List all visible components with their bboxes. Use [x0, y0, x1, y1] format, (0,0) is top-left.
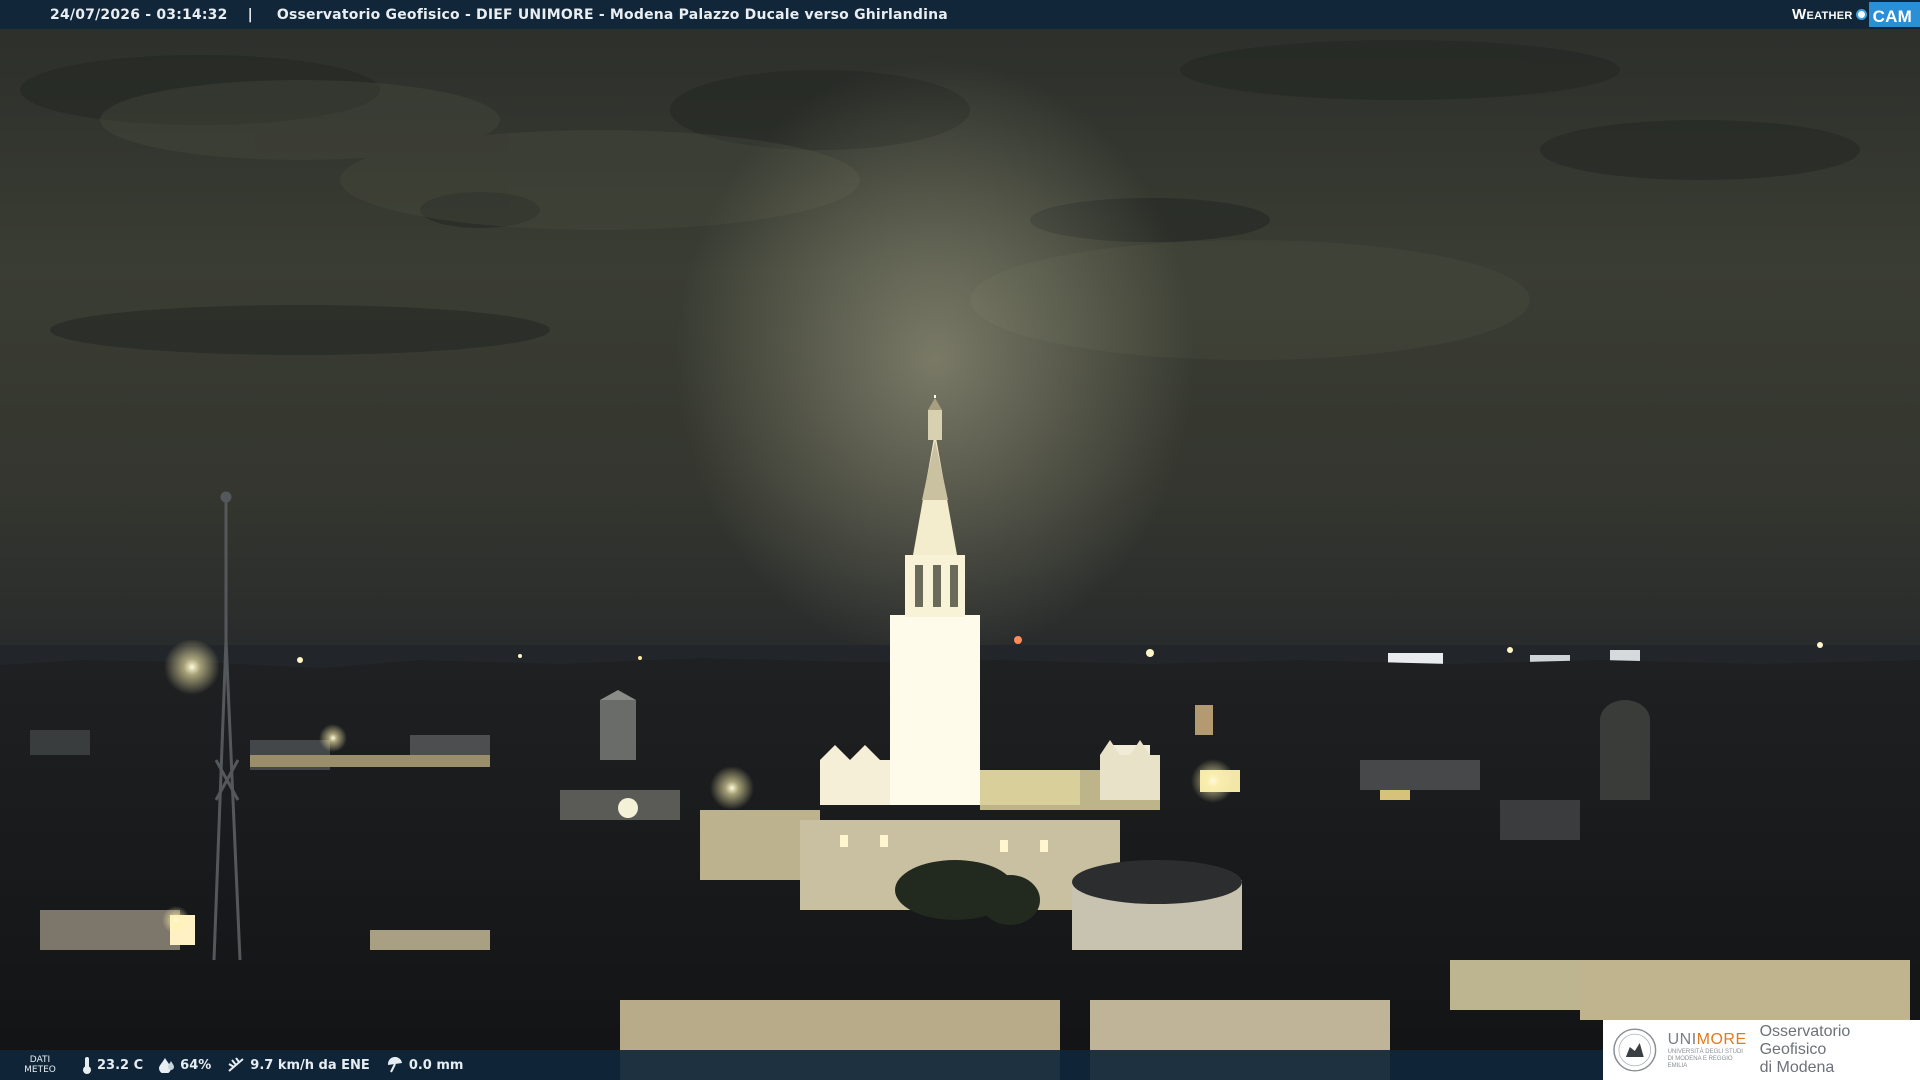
datetime: 24/07/2026 - 03:14:32	[50, 6, 228, 23]
university-name-uni: UNI	[1667, 1030, 1697, 1048]
rain-reading: 0.0 mm	[386, 1057, 464, 1073]
temperature-reading: 23.2 C	[82, 1056, 143, 1074]
brand-cam: CAM	[1868, 2, 1920, 27]
university-name-block: UNIMORE UNIVERSITÀ DEGLI STUDI DI MODENA…	[1668, 1031, 1748, 1070]
meteo-label-line2: METEO	[24, 1065, 56, 1075]
unimore-logo-panel: UNIMORE UNIVERSITÀ DEGLI STUDI DI MODENA…	[1603, 1020, 1920, 1080]
humidity-reading: 64%	[159, 1057, 211, 1073]
rain-umbrella-icon	[387, 1057, 402, 1073]
unimore-seal-icon	[1613, 1028, 1657, 1072]
university-name: UNIMORE	[1668, 1031, 1748, 1049]
wind-value: 9.7 km/h da ENE	[250, 1057, 370, 1073]
brand-dot-icon	[1855, 9, 1867, 20]
observatory-name: Osservatorio Geofisico di Modena	[1760, 1023, 1920, 1077]
meteo-label-line1: DATI	[29, 1055, 51, 1065]
webcam-frame: 24/07/2026 - 03:14:32 | Osservatorio Geo…	[0, 0, 1920, 1080]
separator: |	[247, 6, 253, 23]
wind-reading: 9.7 km/h da ENE	[227, 1057, 370, 1073]
meteo-bar: DATI METEO 23.2 C 64% 9.7 km/h da ENE 0.…	[0, 1050, 1603, 1080]
location-title: Osservatorio Geofisico - DIEF UNIMORE - …	[276, 6, 948, 23]
thermometer-icon	[83, 1057, 91, 1074]
top-info-bar: 24/07/2026 - 03:14:32 | Osservatorio Geo…	[0, 0, 1920, 29]
wind-icon	[228, 1057, 244, 1072]
temperature-value: 23.2 C	[97, 1057, 144, 1073]
university-name-more: MORE	[1696, 1030, 1747, 1048]
night-city-view	[0, 0, 1920, 1080]
university-subtitle: UNIVERSITÀ DEGLI STUDI DI MODENA E REGGI…	[1667, 1048, 1743, 1069]
rain-value: 0.0 mm	[408, 1057, 464, 1073]
brand-weather: Weather	[1792, 6, 1853, 23]
humidity-drop-icon	[159, 1058, 175, 1073]
weathercam-logo: Weather CAM	[1792, 0, 1920, 29]
observatory-line1: Osservatorio Geofisico	[1759, 1023, 1851, 1058]
observatory-line2: di Modena	[1759, 1059, 1835, 1076]
humidity-value: 64%	[180, 1057, 212, 1073]
meteo-label: DATI METEO	[18, 1055, 62, 1075]
